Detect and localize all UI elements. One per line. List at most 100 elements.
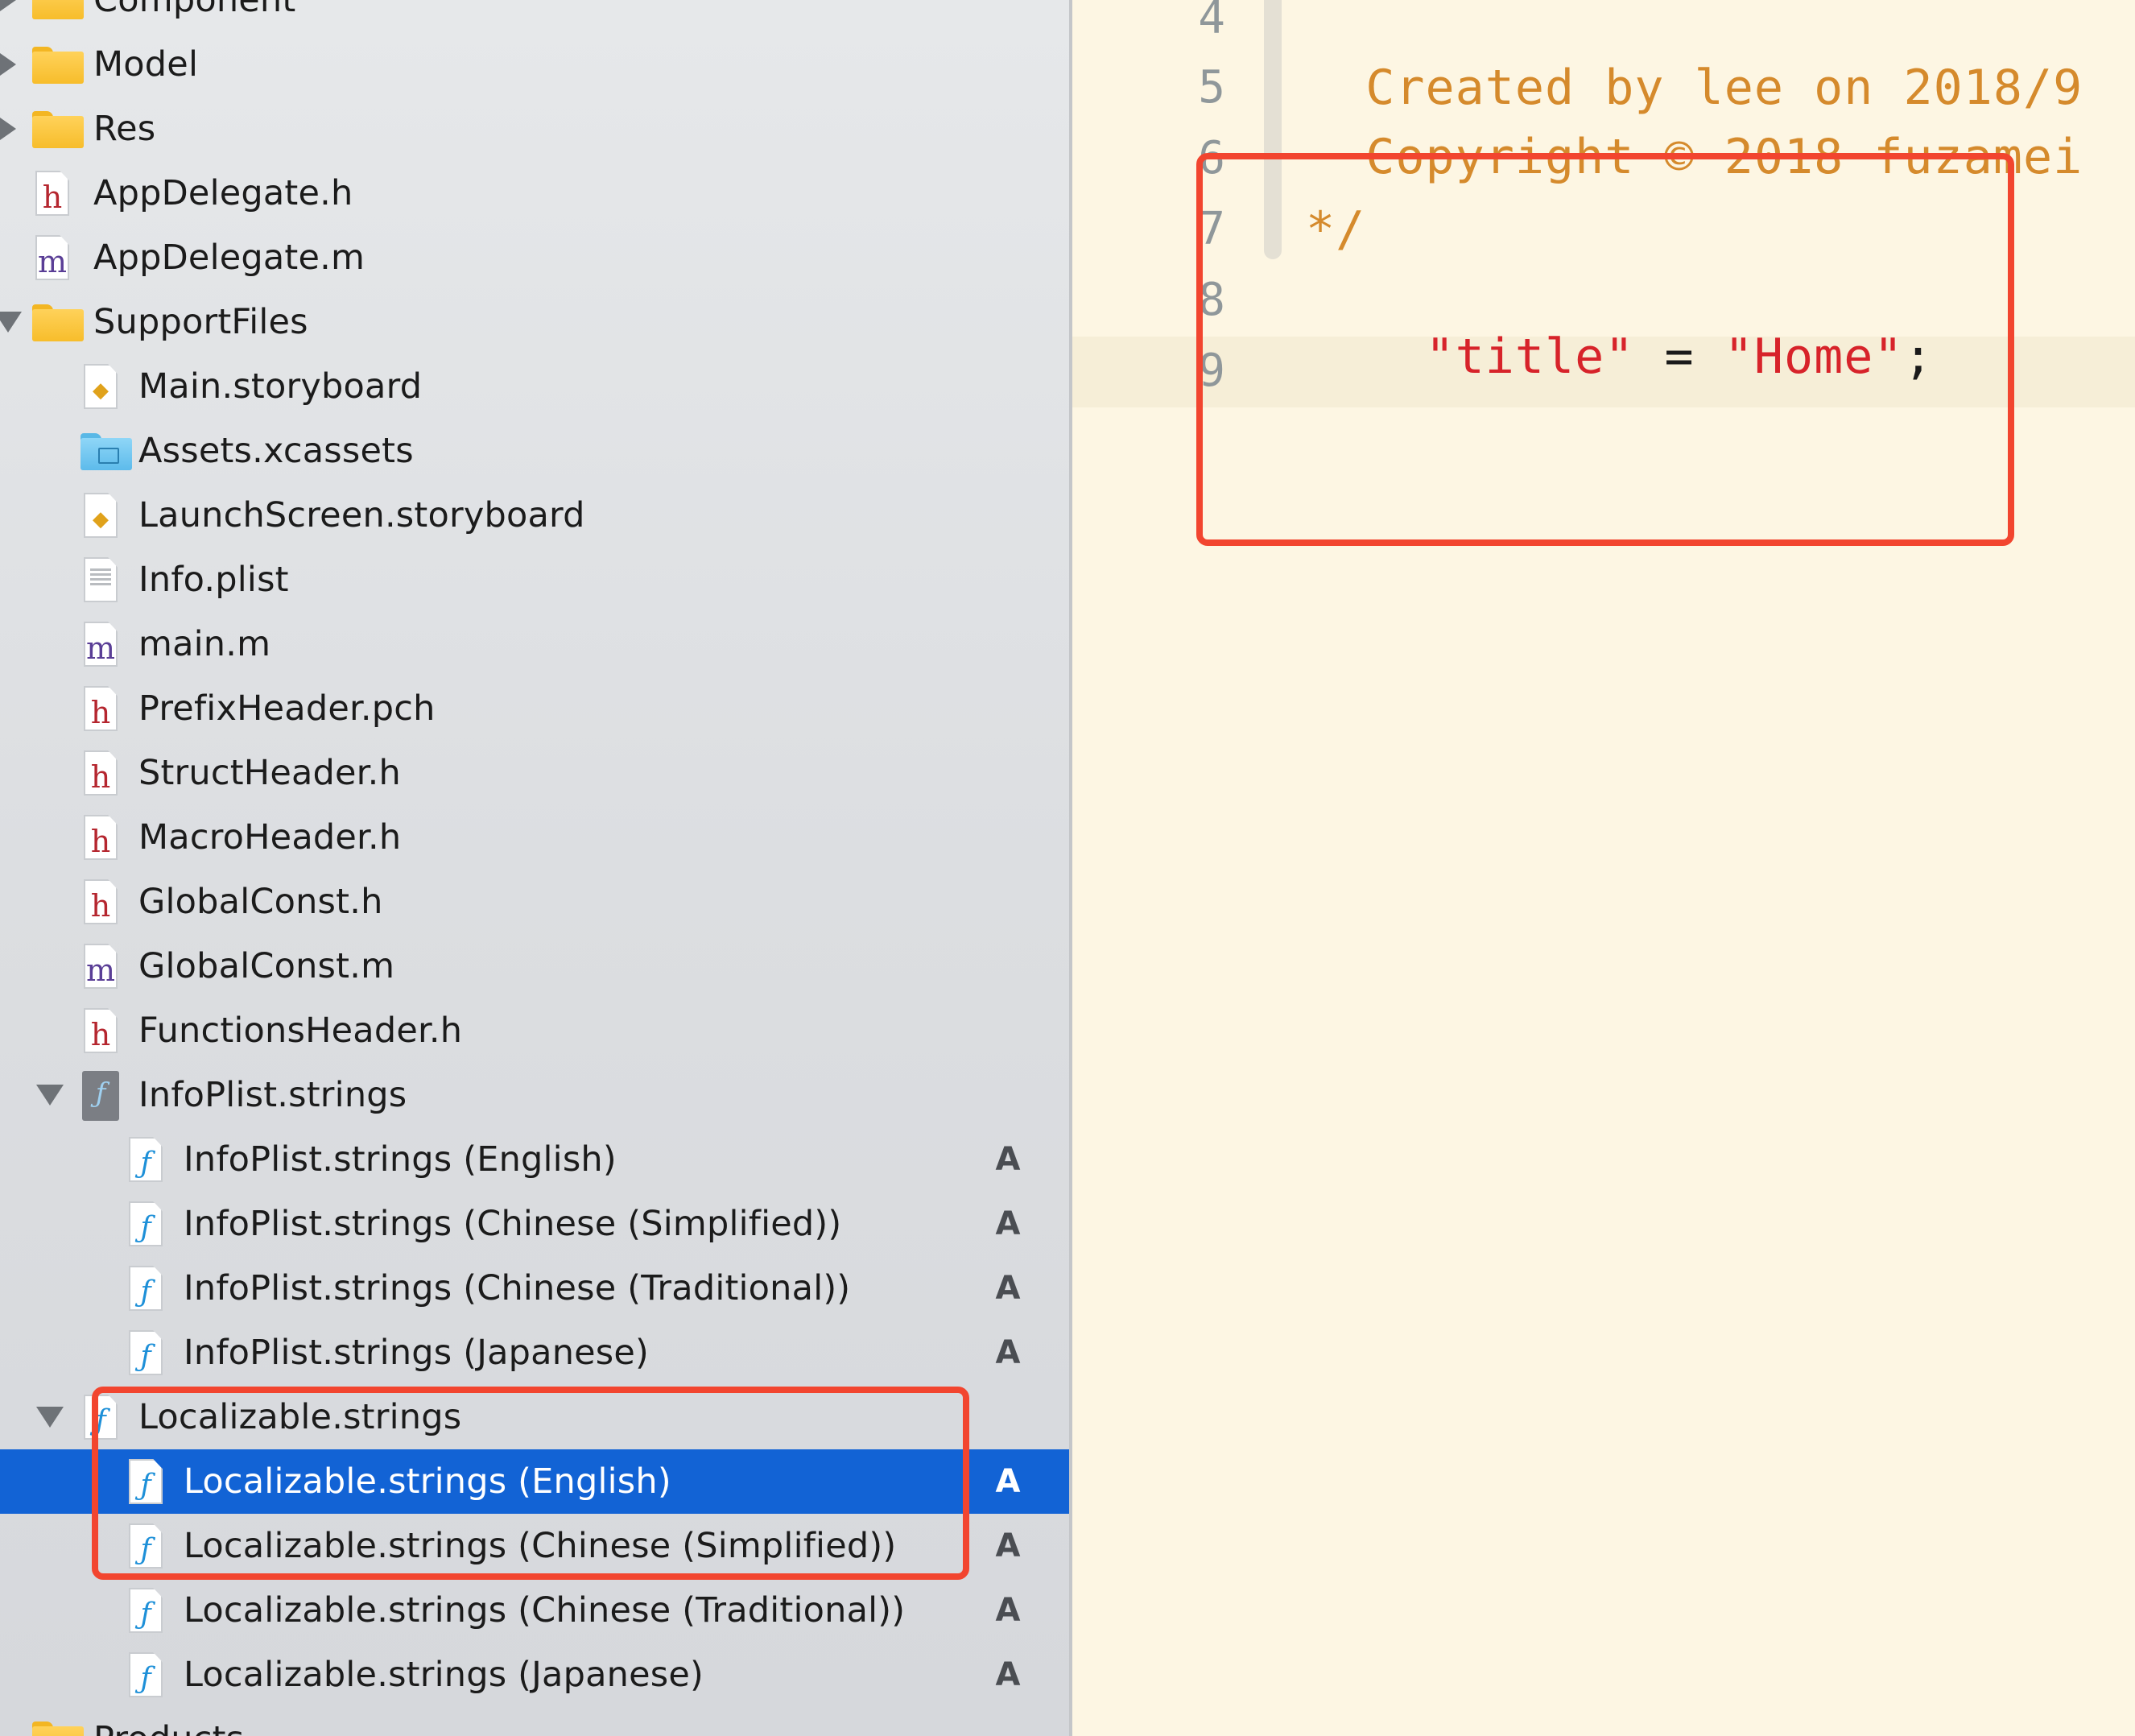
navigator-row-label: Main.storyboard bbox=[138, 366, 423, 407]
navigator-row[interactable]: ƒ Localizable.strings bbox=[0, 1385, 1069, 1449]
file-type-glyph-icon: h bbox=[90, 888, 111, 924]
navigator-row[interactable]: Model bbox=[0, 32, 1069, 97]
file-type-glyph-icon: ƒ bbox=[95, 1404, 106, 1437]
navigator-row-label: InfoPlist.strings (English) bbox=[184, 1139, 617, 1180]
navigator-row[interactable]: Assets.xcassets bbox=[0, 419, 1069, 483]
disclosure-expanded-icon[interactable] bbox=[34, 1063, 66, 1127]
navigator-row[interactable]: h FunctionsHeader.h bbox=[0, 998, 1069, 1063]
disclosure-collapsed-icon[interactable] bbox=[0, 97, 24, 161]
navigator-row-label: SupportFiles bbox=[93, 302, 308, 342]
navigator-row-label: Model bbox=[93, 44, 199, 85]
line-number: 8 bbox=[1198, 274, 1225, 326]
navigator-row[interactable]: ◆ Main.storyboard bbox=[0, 354, 1069, 419]
line-number: 7 bbox=[1198, 203, 1225, 255]
navigator-row[interactable]: ƒ Localizable.strings (Japanese) A bbox=[0, 1643, 1069, 1707]
folder-icon bbox=[32, 1722, 84, 1736]
navigator-row[interactable]: ƒ Localizable.strings (Chinese (Tradition… bbox=[0, 1578, 1069, 1643]
source-editor[interactable]: 4 5 6 7 8 9 Created by lee on 2018/9 Cop… bbox=[1072, 0, 2135, 1736]
code-line-7[interactable]: */ bbox=[1306, 201, 1365, 258]
navigator-row-label: InfoPlist.strings (Chinese (Simplified)) bbox=[184, 1204, 842, 1244]
navigator-row-label: GlobalConst.m bbox=[138, 946, 395, 986]
navigator-row-label: LaunchScreen.storyboard bbox=[138, 495, 585, 535]
file-type-glyph-icon: ƒ bbox=[140, 1147, 151, 1180]
file-type-glyph-icon: h bbox=[90, 824, 111, 859]
string-value: "Home" bbox=[1724, 329, 1904, 385]
navigator-row[interactable]: SupportFiles bbox=[0, 290, 1069, 354]
navigator-row[interactable]: h StructHeader.h bbox=[0, 741, 1069, 805]
navigator-row[interactable]: h PrefixHeader.pch bbox=[0, 676, 1069, 741]
source-control-status-badge: A bbox=[995, 1334, 1021, 1371]
file-type-glyph-icon: ◆ bbox=[93, 507, 109, 531]
navigator-row[interactable]: Component bbox=[0, 0, 1069, 32]
navigator-row[interactable]: m GlobalConst.m bbox=[0, 934, 1069, 998]
navigator-row-label: InfoPlist.strings bbox=[138, 1075, 407, 1115]
disclosure-expanded-icon[interactable] bbox=[34, 1385, 66, 1449]
asset-catalog-icon bbox=[81, 433, 132, 470]
file-type-glyph-icon: ƒ bbox=[140, 1662, 151, 1695]
navigator-row[interactable]: ƒ Localizable.strings (English) A bbox=[0, 1449, 1069, 1514]
navigator-row[interactable]: ƒ InfoPlist.strings (Japanese) A bbox=[0, 1321, 1069, 1385]
navigator-row[interactable]: ƒ InfoPlist.strings (Chinese (Simplified)… bbox=[0, 1192, 1069, 1256]
file-type-glyph-icon: m bbox=[85, 953, 116, 988]
disclosure-expanded-icon[interactable] bbox=[0, 290, 24, 354]
folder-icon bbox=[32, 0, 84, 19]
assign-operator: = bbox=[1634, 329, 1724, 385]
navigator-row[interactable]: m main.m bbox=[0, 612, 1069, 676]
file-type-glyph-icon: ◆ bbox=[93, 378, 109, 403]
navigator-row[interactable]: ƒ InfoPlist.strings (Chinese (Traditional… bbox=[0, 1256, 1069, 1321]
navigator-row-label: AppDelegate.m bbox=[93, 238, 365, 278]
file-type-glyph-icon: ƒ bbox=[140, 1469, 151, 1502]
semicolon: ; bbox=[1903, 329, 1934, 385]
file-type-glyph-icon: ƒ bbox=[140, 1275, 151, 1308]
folder-icon bbox=[32, 47, 84, 84]
folder-icon bbox=[32, 111, 84, 148]
file-type-glyph-icon: h bbox=[42, 180, 63, 215]
source-control-status-badge: A bbox=[995, 1592, 1021, 1629]
line-number: 5 bbox=[1198, 61, 1225, 114]
navigator-row[interactable]: ◆ LaunchScreen.storyboard bbox=[0, 483, 1069, 548]
navigator-row-label: Component bbox=[93, 0, 296, 20]
source-control-status-badge: A bbox=[995, 1141, 1021, 1178]
navigator-row[interactable]: ƒ Localizable.strings (Chinese (Simplifie… bbox=[0, 1514, 1069, 1578]
navigator-row-label: InfoPlist.strings (Japanese) bbox=[184, 1333, 650, 1373]
folder-icon bbox=[32, 304, 84, 341]
file-type-glyph-icon: h bbox=[90, 759, 111, 795]
code-line-5[interactable]: Created by lee on 2018/9 bbox=[1306, 60, 2083, 116]
navigator-row[interactable]: ƒ InfoPlist.strings (English) A bbox=[0, 1127, 1069, 1192]
navigator-row[interactable]: m AppDelegate.m bbox=[0, 225, 1069, 290]
navigator-row[interactable]: h GlobalConst.h bbox=[0, 870, 1069, 934]
file-type-glyph-icon: ƒ bbox=[140, 1340, 151, 1373]
source-control-status-badge: A bbox=[995, 1527, 1021, 1564]
file-type-glyph-icon: m bbox=[37, 244, 68, 279]
navigator-row[interactable]: Info.plist bbox=[0, 548, 1069, 612]
navigator-row-label: Localizable.strings (Chinese (Traditiona… bbox=[184, 1590, 906, 1631]
plist-lines-icon bbox=[90, 568, 111, 586]
string-key: "title" bbox=[1425, 329, 1635, 385]
navigator-row-label: Assets.xcassets bbox=[138, 431, 414, 471]
navigator-row[interactable]: Res bbox=[0, 97, 1069, 161]
navigator-row-label: main.m bbox=[138, 624, 271, 664]
navigator-row-label: MacroHeader.h bbox=[138, 817, 402, 858]
navigator-row-label: Localizable.strings (English) bbox=[184, 1461, 671, 1502]
navigator-row-label: Products bbox=[93, 1707, 244, 1736]
navigator-row[interactable]: h AppDelegate.h bbox=[0, 161, 1069, 225]
line-number: 6 bbox=[1198, 132, 1225, 184]
file-type-glyph-icon: ƒ bbox=[140, 1598, 151, 1631]
navigator-row[interactable]: ƒ InfoPlist.strings bbox=[0, 1063, 1069, 1127]
navigator-row-label: StructHeader.h bbox=[138, 753, 401, 793]
navigator-row-label: Res bbox=[93, 109, 156, 149]
source-control-status-badge: A bbox=[995, 1270, 1021, 1307]
navigator-row-label: InfoPlist.strings (Chinese (Traditional)… bbox=[184, 1268, 851, 1308]
code-line-8[interactable]: "title" = "Home"; bbox=[1306, 272, 1934, 441]
disclosure-collapsed-icon[interactable] bbox=[0, 0, 24, 32]
fold-ribbon[interactable] bbox=[1264, 0, 1282, 259]
navigator-row-label: PrefixHeader.pch bbox=[138, 688, 436, 729]
project-navigator: Component Model Res h AppDelegate.h m AppDeleg… bbox=[0, 0, 1069, 1736]
source-control-status-badge: A bbox=[995, 1463, 1021, 1500]
file-type-glyph-icon: h bbox=[90, 1017, 111, 1052]
code-line-6[interactable]: Copyright © 2018 fuzamei bbox=[1306, 129, 2083, 185]
line-number: 9 bbox=[1198, 345, 1225, 397]
navigator-row[interactable]: Products bbox=[0, 1707, 1069, 1736]
disclosure-collapsed-icon[interactable] bbox=[0, 32, 24, 97]
navigator-row[interactable]: h MacroHeader.h bbox=[0, 805, 1069, 870]
